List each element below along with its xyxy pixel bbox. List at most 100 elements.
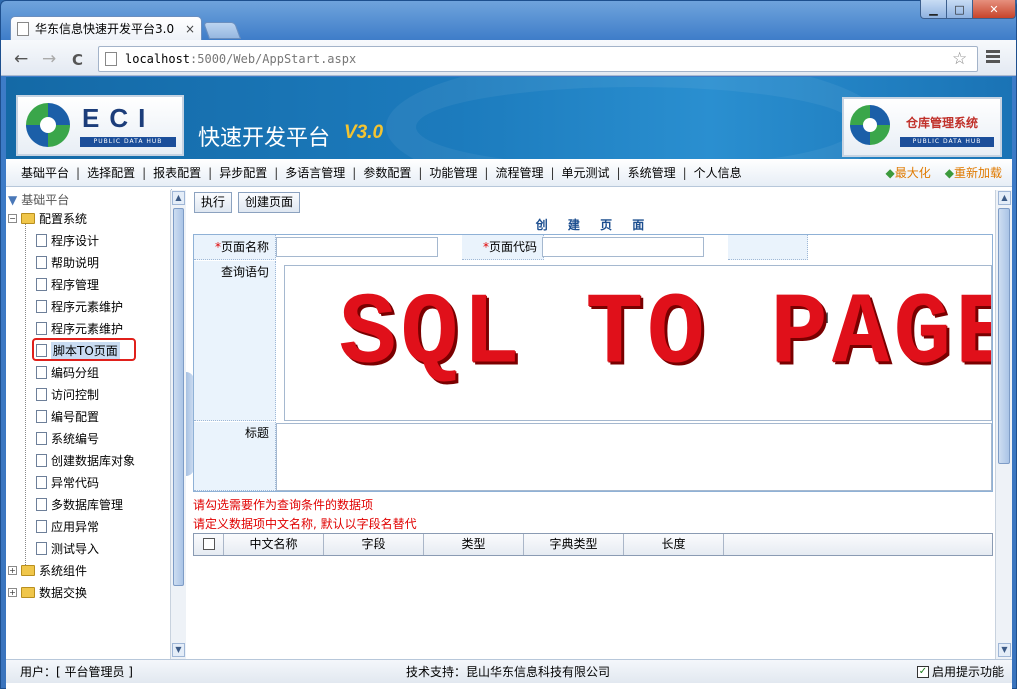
file-icon — [36, 410, 47, 423]
title-textarea[interactable] — [276, 423, 992, 491]
browser-menu-icon[interactable] — [986, 50, 1000, 65]
file-icon — [36, 454, 47, 467]
platform-version: V3.0 — [344, 122, 384, 143]
tree-folder-config-system[interactable]: − 配置系统 — [8, 210, 87, 227]
file-icon — [36, 234, 47, 247]
platform-title: 快速开发平台 — [198, 126, 331, 151]
logo-subtitle: PUBLIC DATA HUB — [80, 137, 176, 147]
folder-open-icon — [21, 213, 35, 224]
tree-item[interactable]: 异常代码 — [36, 474, 99, 491]
tree-item[interactable]: 系统编号 — [36, 430, 99, 447]
page-name-input[interactable] — [276, 237, 438, 257]
address-bar[interactable]: localhost :5000/Web/AppStart.aspx — [98, 46, 978, 72]
maximize-button[interactable]: □ — [946, 0, 973, 19]
page-code-input[interactable] — [542, 237, 704, 257]
tree-item[interactable]: 多数据库管理 — [36, 496, 123, 513]
tree-item[interactable]: 应用异常 — [36, 518, 99, 535]
logo-subtitle: PUBLIC DATA HUB — [900, 137, 994, 147]
field-grid-header: 中文名称 字段 类型 字典类型 长度 — [193, 533, 993, 556]
reload-link[interactable]: ◆重新加载 — [945, 164, 1002, 181]
scroll-down-icon[interactable]: ▼ — [172, 643, 185, 657]
sidebar-scrollbar[interactable]: ▲ ▼ — [170, 190, 186, 660]
current-user: 用户：[ 平台管理员 ] — [20, 665, 133, 679]
column-header[interactable]: 长度 — [624, 534, 724, 555]
tree-item[interactable]: 编号配置 — [36, 408, 99, 425]
tree-item[interactable]: 创建数据库对象 — [36, 452, 135, 469]
back-arrow-icon[interactable]: ← — [14, 49, 28, 69]
file-icon — [36, 322, 47, 335]
tree-item[interactable]: 帮助说明 — [36, 254, 99, 271]
nav-item-functions[interactable]: 功能管理 — [422, 164, 484, 181]
tree-item[interactable]: 程序元素维护 — [36, 320, 123, 337]
minimize-button[interactable]: ▁ — [920, 0, 947, 19]
warehouse-logo-text: 仓库管理系统 — [906, 116, 979, 130]
nav-item-unit-test[interactable]: 单元测试 — [555, 164, 617, 181]
bookmark-star-icon[interactable]: ☆ — [952, 49, 967, 69]
tree-item-label: 编码分组 — [51, 366, 100, 380]
nav-item-profile[interactable]: 个人信息 — [687, 164, 749, 181]
browser-tab[interactable]: 华东信息快速开发平台3.0 × — [10, 16, 202, 40]
nav-item-basic-platform[interactable]: 基础平台 — [14, 164, 76, 181]
hint-toggle[interactable]: ✓ 启用提示功能 — [916, 663, 1012, 680]
reload-label: 重新加载 — [953, 166, 1002, 180]
scroll-down-icon[interactable]: ▼ — [998, 643, 1011, 657]
hint-checkbox[interactable]: ✓ — [916, 665, 929, 678]
tree-item[interactable]: 测试导入 — [36, 540, 99, 557]
tree-item[interactable]: 访问控制 — [36, 386, 99, 403]
nav-item-multilang[interactable]: 多语言管理 — [278, 164, 352, 181]
expand-icon[interactable]: + — [8, 566, 17, 575]
scroll-up-icon[interactable]: ▲ — [998, 191, 1011, 205]
create-page-button[interactable]: 创建页面 — [238, 192, 301, 213]
nav-item-params[interactable]: 参数配置 — [356, 164, 418, 181]
form-title: 创 建 页 面 — [535, 218, 653, 232]
tree-item-label: 访问控制 — [51, 388, 100, 402]
tree-item-label: 应用异常 — [51, 520, 100, 534]
maximize-link[interactable]: ◆最大化 — [886, 164, 931, 181]
forward-arrow-icon[interactable]: → — [42, 49, 56, 69]
nav-item-system[interactable]: 系统管理 — [621, 164, 683, 181]
column-header[interactable]: 字段 — [324, 534, 424, 555]
diamond-icon: ◆ — [885, 166, 895, 180]
nav-item-select-config[interactable]: 选择配置 — [80, 164, 142, 181]
execute-button[interactable]: 执行 — [194, 192, 233, 213]
tree-folder-data-exchange[interactable]: + 数据交换 — [8, 584, 87, 601]
tree-item[interactable]: 程序设计 — [36, 232, 99, 249]
scroll-up-icon[interactable]: ▲ — [172, 191, 185, 205]
user-icon: ▼ — [8, 192, 18, 207]
nav-item-async-config[interactable]: 异步配置 — [212, 164, 274, 181]
column-header[interactable]: 中文名称 — [224, 534, 324, 555]
file-icon — [36, 366, 47, 379]
collapse-icon[interactable]: − — [8, 214, 17, 223]
file-icon — [36, 498, 47, 511]
close-tab-icon[interactable]: × — [185, 22, 195, 36]
tree-item-label: 帮助说明 — [51, 256, 100, 270]
scroll-thumb[interactable] — [998, 208, 1010, 464]
file-icon — [36, 278, 47, 291]
new-tab-button[interactable] — [202, 22, 242, 39]
content-scrollbar[interactable]: ▲ ▼ — [995, 190, 1012, 660]
tree-item[interactable]: 编码分组 — [36, 364, 99, 381]
reload-icon[interactable]: C — [72, 51, 83, 69]
eci-logo: ECI PUBLIC DATA HUB — [16, 95, 184, 156]
tree-folder-components[interactable]: + 系统组件 — [8, 562, 87, 579]
tree-root-label: 基础平台 — [21, 193, 70, 207]
select-all-checkbox[interactable] — [202, 538, 215, 550]
select-all-cell — [194, 534, 224, 555]
warehouse-logo: 仓库管理系统 PUBLIC DATA HUB — [842, 97, 1002, 157]
tree-item[interactable]: 程序元素维护 — [36, 298, 123, 315]
tree-item-label: 程序元素维护 — [51, 300, 124, 314]
expand-icon[interactable]: + — [8, 588, 17, 597]
swirl-logo-icon — [26, 103, 70, 147]
scroll-thumb[interactable] — [173, 208, 184, 586]
query-textarea[interactable]: SQL TO PAGE I — [284, 265, 992, 421]
column-header[interactable]: 字典类型 — [524, 534, 624, 555]
tree-item[interactable]: 程序管理 — [36, 276, 99, 293]
close-window-button[interactable]: ✕ — [972, 0, 1016, 19]
tree-root[interactable]: ▼ 基础平台 — [8, 191, 69, 208]
nav-item-report-config[interactable]: 报表配置 — [146, 164, 208, 181]
tree-item-label: 程序管理 — [51, 278, 100, 292]
url-host: localhost — [125, 52, 191, 66]
nav-item-workflow[interactable]: 流程管理 — [488, 164, 550, 181]
highlight-box — [32, 338, 136, 361]
column-header[interactable]: 类型 — [424, 534, 524, 555]
